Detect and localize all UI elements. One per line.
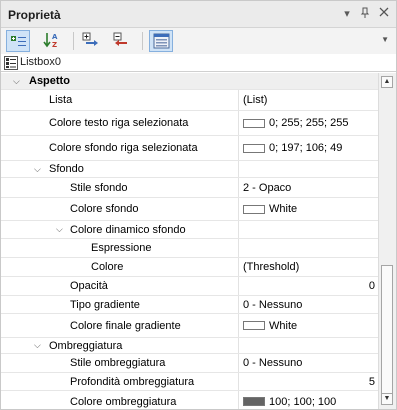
close-icon[interactable] (377, 7, 391, 21)
color-swatch (243, 321, 265, 330)
property-name: Tipo gradiente (70, 298, 140, 311)
property-value[interactable]: (List) (238, 90, 378, 110)
property-row-tipo-gradiente[interactable]: Tipo gradiente 0 - Nessuno (1, 296, 378, 314)
panel-title: Proprietà (8, 8, 61, 22)
dropdown-icon[interactable]: ▾ (340, 7, 354, 21)
collapse-icon[interactable]: ⌵ (56, 221, 63, 238)
color-swatch (243, 118, 265, 128)
property-name: Colore (91, 261, 124, 273)
categorized-view-button[interactable] (6, 30, 30, 52)
group-label: Ombreggiatura (49, 339, 123, 352)
toolbar-overflow-icon[interactable]: ▼ (381, 35, 389, 44)
expand-all-icon (82, 32, 98, 46)
category-label: Aspetto (29, 75, 70, 87)
expand-all-button[interactable] (79, 30, 103, 52)
property-value[interactable]: 0 - Nessuno (238, 296, 378, 313)
property-row-stile-ombreggiatura[interactable]: Stile ombreggiatura 0 - Nessuno (1, 354, 378, 373)
property-value[interactable]: 5 (238, 373, 378, 390)
property-pages-button[interactable] (149, 30, 173, 52)
property-value (238, 161, 378, 177)
property-name: Stile ombreggiatura (70, 357, 166, 369)
property-value[interactable]: White (238, 198, 378, 220)
properties-panel: Proprietà ▾ A Z ▼ Listbox0 ⌵ Aspetto Lis… (0, 0, 397, 410)
title-bar: Proprietà ▾ (1, 1, 396, 28)
object-selector[interactable]: Listbox0 (1, 54, 396, 72)
property-value[interactable]: 0 (238, 277, 378, 295)
scroll-up-icon[interactable]: ▲ (381, 76, 393, 88)
sort-alphabetical-button[interactable]: A Z (40, 30, 64, 52)
collapse-icon[interactable]: ⌵ (34, 338, 41, 353)
color-swatch (243, 204, 265, 214)
property-pages-icon (153, 33, 170, 49)
property-value-text: White (269, 203, 298, 215)
property-row-lista[interactable]: Lista (List) (1, 90, 378, 111)
property-value (238, 338, 378, 353)
property-value-text: White (269, 319, 298, 332)
property-name: Espressione (91, 242, 152, 254)
property-value[interactable]: (Threshold) (238, 258, 378, 276)
property-row-colore-sfondo[interactable]: Colore sfondo White (1, 198, 378, 221)
group-row-colore-dinamico-sfondo[interactable]: ⌵ Colore dinamico sfondo (1, 221, 378, 239)
pin-icon[interactable] (358, 7, 372, 21)
property-value-text: 0; 255; 255; 255 (269, 117, 349, 129)
group-label: Colore dinamico sfondo (70, 223, 186, 236)
property-grid: ⌵ Aspetto Lista (List) Colore testo riga… (1, 73, 378, 409)
property-name: Stile sfondo (70, 181, 128, 194)
property-value[interactable]: 0; 255; 255; 255 (238, 111, 378, 135)
object-name: Listbox0 (20, 56, 61, 68)
property-value[interactable]: 0 - Nessuno (238, 354, 378, 372)
property-name: Colore sfondo riga selezionata (49, 142, 198, 154)
group-row-ombreggiatura[interactable]: ⌵ Ombreggiatura (1, 338, 378, 354)
categorized-view-icon (11, 36, 26, 46)
group-label: Sfondo (49, 163, 84, 175)
property-row-colore-testo-riga-selezionata[interactable]: Colore testo riga selezionata 0; 255; 25… (1, 111, 378, 136)
scrollbar-thumb[interactable] (381, 265, 393, 395)
property-row-espressione[interactable]: Espressione (1, 239, 378, 258)
property-value[interactable]: 100; 100; 100 (238, 391, 378, 409)
property-row-colore[interactable]: Colore (Threshold) (1, 258, 378, 277)
property-name: Colore finale gradiente (70, 319, 181, 332)
property-name: Colore testo riga selezionata (49, 117, 189, 129)
property-name: Opacità (70, 280, 108, 292)
sort-alphabetical-icon: A Z (43, 33, 58, 48)
property-name: Lista (49, 94, 73, 106)
property-value[interactable]: 2 - Opaco (238, 178, 378, 197)
color-swatch (243, 397, 265, 406)
property-value[interactable]: 0; 197; 106; 49 (238, 136, 378, 160)
toolbar: A Z ▼ (1, 28, 396, 54)
property-row-opacita[interactable]: Opacità 0 (1, 277, 378, 296)
property-row-colore-sfondo-riga-selezionata[interactable]: Colore sfondo riga selezionata 0; 197; 1… (1, 136, 378, 161)
vertical-scrollbar[interactable]: ▲ ▼ (378, 73, 396, 409)
property-name: Profondità ombreggiatura (70, 375, 195, 388)
listbox-icon (4, 56, 18, 70)
collapse-all-icon (113, 32, 127, 46)
collapse-icon[interactable]: ⌵ (13, 73, 20, 89)
collapse-all-button[interactable] (110, 30, 134, 52)
property-row-stile-sfondo[interactable]: Stile sfondo 2 - Opaco (1, 178, 378, 198)
property-row-profondita-ombreggiatura[interactable]: Profondità ombreggiatura 5 (1, 373, 378, 391)
svg-text:Z: Z (52, 41, 57, 48)
property-value[interactable] (238, 239, 378, 257)
collapse-icon[interactable]: ⌵ (34, 161, 41, 177)
property-value-text: 0; 197; 106; 49 (269, 142, 343, 154)
property-value-text: 100; 100; 100 (269, 395, 337, 408)
property-row-colore-ombreggiatura[interactable]: Colore ombreggiatura 100; 100; 100 (1, 391, 378, 409)
group-row-sfondo[interactable]: ⌵ Sfondo (1, 161, 378, 178)
category-row-aspetto[interactable]: ⌵ Aspetto (1, 73, 378, 90)
color-swatch (243, 143, 265, 153)
scroll-down-icon[interactable]: ▼ (381, 393, 393, 405)
property-name: Colore ombreggiatura (70, 395, 177, 408)
property-row-colore-finale-gradiente[interactable]: Colore finale gradiente White (1, 314, 378, 338)
property-name: Colore sfondo (70, 203, 139, 215)
property-value[interactable]: White (238, 314, 378, 337)
property-value (238, 221, 378, 238)
toolbar-separator (142, 32, 143, 50)
svg-text:A: A (52, 33, 58, 41)
toolbar-separator (73, 32, 74, 50)
